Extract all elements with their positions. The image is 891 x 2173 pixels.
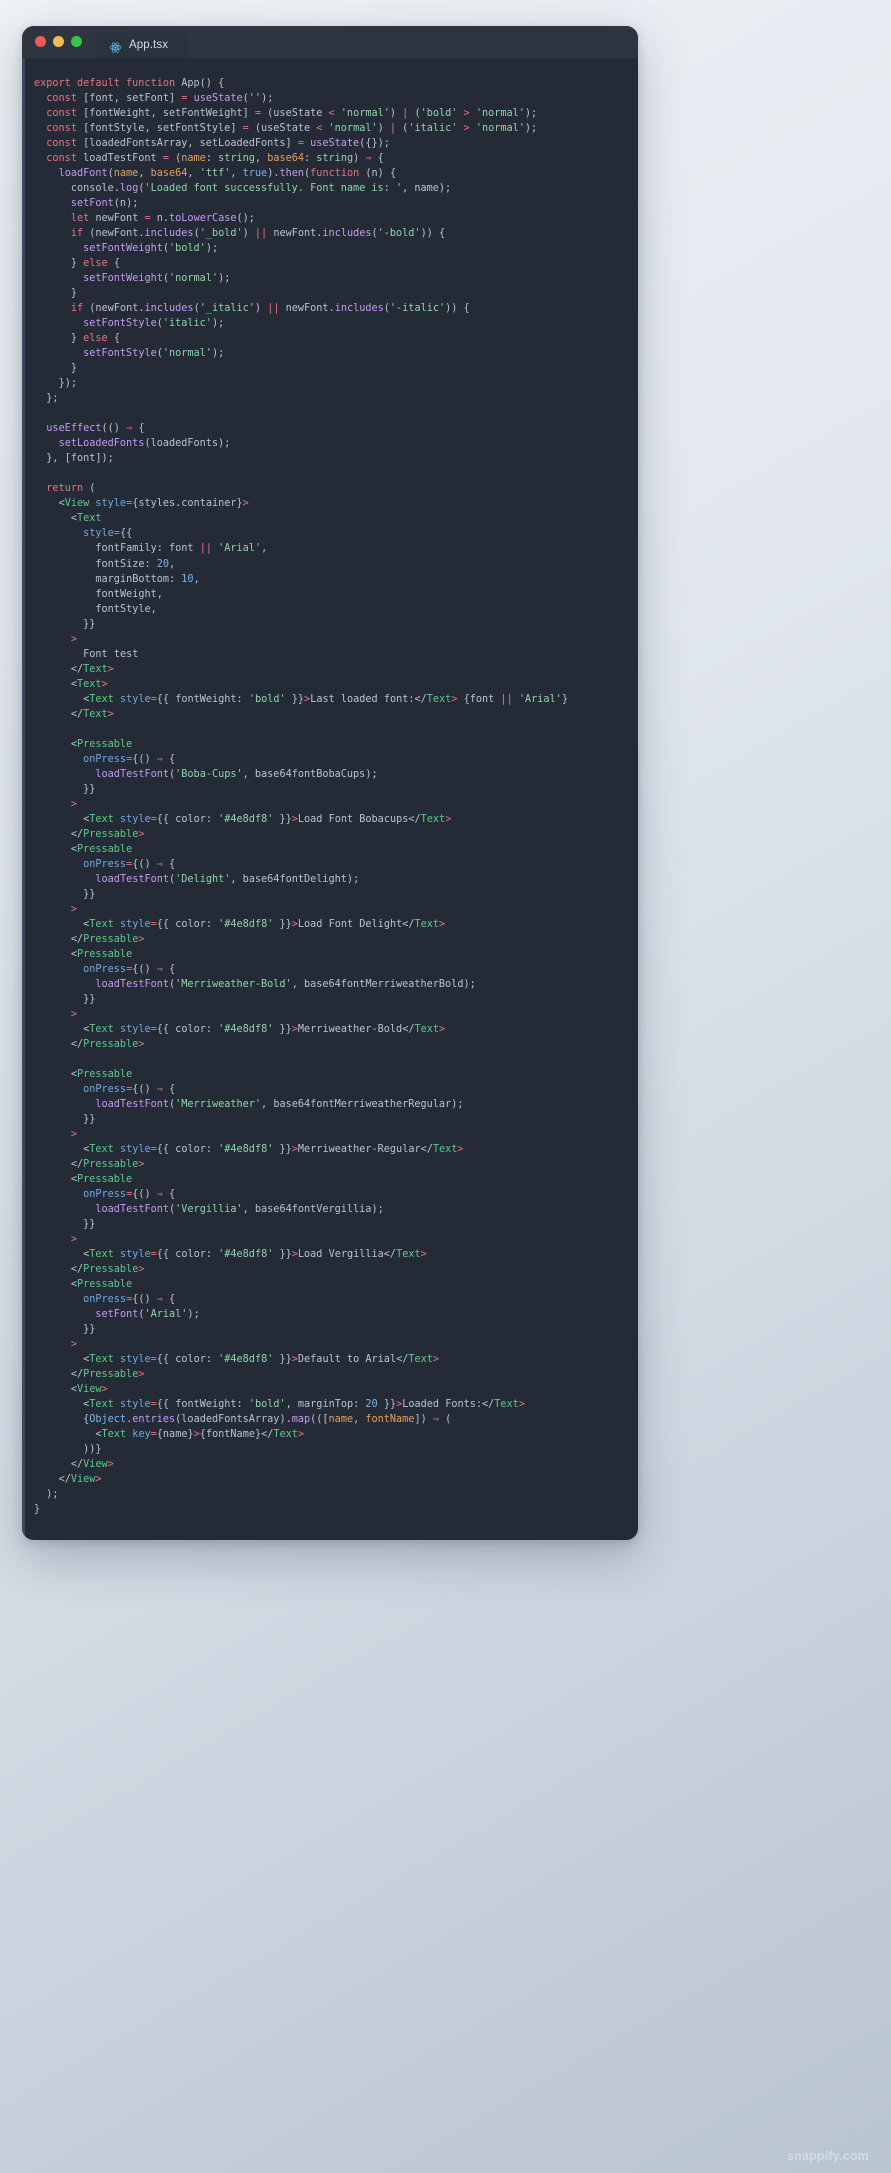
maximize-window-button[interactable] [71,36,82,47]
minimize-window-button[interactable] [53,36,64,47]
tab-app-tsx[interactable]: App.tsx [95,32,189,58]
traffic-lights [35,26,82,58]
tab-label: App.tsx [129,39,169,51]
code-block[interactable]: export default function App() { const [f… [22,76,638,1518]
window-titlebar: App.tsx [22,26,638,58]
react-logo-icon [109,39,122,53]
code-editor-area: export default function App() { const [f… [22,58,638,1540]
watermark: snappify.com [786,2149,869,2163]
close-window-button[interactable] [35,36,46,47]
code-window: App.tsx export default function App() { … [22,26,638,1540]
